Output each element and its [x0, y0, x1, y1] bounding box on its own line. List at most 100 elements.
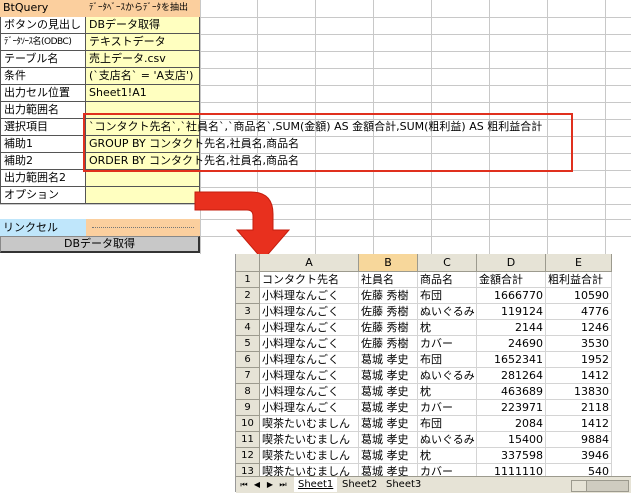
row-header[interactable]: 2: [236, 288, 260, 304]
table-cell[interactable]: 葛城 孝史: [359, 400, 418, 416]
button-caption-label[interactable]: ボタンの見出し: [0, 17, 86, 34]
table-cell[interactable]: 1652341: [477, 352, 546, 368]
row-header[interactable]: 1: [236, 272, 260, 288]
row-header[interactable]: 3: [236, 304, 260, 320]
table-cell[interactable]: 喫茶たいむましん: [260, 448, 359, 464]
table-cell[interactable]: 小料理なんごく: [260, 400, 359, 416]
table-cell[interactable]: 葛城 孝史: [359, 448, 418, 464]
table-header-cell[interactable]: 社員名: [359, 272, 418, 288]
table-cell[interactable]: 2144: [477, 320, 546, 336]
prev-sheet-icon[interactable]: ◀: [251, 479, 263, 491]
aux2-label[interactable]: 補助2: [0, 153, 86, 170]
table-cell[interactable]: 喫茶たいむましん: [260, 416, 359, 432]
table-cell[interactable]: 佐藤 秀樹: [359, 320, 418, 336]
button-caption-value[interactable]: DBデータ取得: [86, 17, 200, 34]
table-cell[interactable]: 1666770: [477, 288, 546, 304]
column-header-d[interactable]: D: [477, 254, 546, 272]
horizontal-scrollbar[interactable]: [571, 480, 629, 492]
table-cell[interactable]: 小料理なんごく: [260, 288, 359, 304]
row-header[interactable]: 5: [236, 336, 260, 352]
table-cell[interactable]: 小料理なんごく: [260, 384, 359, 400]
link-cell-value[interactable]: [86, 219, 200, 236]
select-all-corner[interactable]: [236, 254, 260, 272]
row-header[interactable]: 12: [236, 448, 260, 464]
datasource-value[interactable]: テキストデータ: [86, 34, 200, 51]
table-cell[interactable]: 10590: [546, 288, 612, 304]
table-cell[interactable]: ぬいぐるみ: [418, 304, 477, 320]
table-cell[interactable]: 小料理なんごく: [260, 304, 359, 320]
table-cell[interactable]: カバー: [418, 400, 477, 416]
table-cell[interactable]: 9884: [546, 432, 612, 448]
option-value[interactable]: [86, 187, 200, 204]
table-cell[interactable]: 463689: [477, 384, 546, 400]
select-items-label[interactable]: 選択項目: [0, 119, 86, 136]
table-header-cell[interactable]: 金額合計: [477, 272, 546, 288]
row-header[interactable]: 9: [236, 400, 260, 416]
table-cell[interactable]: 1412: [546, 368, 612, 384]
table-cell[interactable]: 1412: [546, 416, 612, 432]
db-fetch-button[interactable]: DBデータ取得: [0, 236, 200, 253]
table-cell[interactable]: 喫茶たいむましん: [260, 432, 359, 448]
row-header[interactable]: 11: [236, 432, 260, 448]
output-cell-value[interactable]: Sheet1!A1: [86, 85, 200, 102]
table-cell[interactable]: 葛城 孝史: [359, 352, 418, 368]
table-cell[interactable]: 119124: [477, 304, 546, 320]
table-cell[interactable]: 1246: [546, 320, 612, 336]
row-header[interactable]: 8: [236, 384, 260, 400]
column-header-c[interactable]: C: [418, 254, 477, 272]
table-cell[interactable]: 枕: [418, 320, 477, 336]
table-name-label[interactable]: テーブル名: [0, 51, 86, 68]
table-cell[interactable]: 4776: [546, 304, 612, 320]
table-cell[interactable]: 2084: [477, 416, 546, 432]
tab-sheet2[interactable]: Sheet2: [338, 477, 381, 492]
table-cell[interactable]: 佐藤 秀樹: [359, 288, 418, 304]
table-cell[interactable]: 布団: [418, 352, 477, 368]
table-cell[interactable]: 佐藤 秀樹: [359, 336, 418, 352]
condition-value[interactable]: (`支店名` = 'A支店'): [86, 68, 200, 85]
table-cell[interactable]: 13830: [546, 384, 612, 400]
row-header[interactable]: 7: [236, 368, 260, 384]
table-cell[interactable]: 枕: [418, 384, 477, 400]
table-header-cell[interactable]: コンタクト先名: [260, 272, 359, 288]
table-cell[interactable]: 3530: [546, 336, 612, 352]
output-range-label[interactable]: 出力範囲名: [0, 102, 86, 119]
link-cell-label[interactable]: リンクセル: [0, 219, 86, 236]
column-header-e[interactable]: E: [546, 254, 612, 272]
table-cell[interactable]: 葛城 孝史: [359, 416, 418, 432]
table-cell[interactable]: 枕: [418, 448, 477, 464]
tab-sheet3[interactable]: Sheet3: [382, 477, 425, 492]
column-header-b[interactable]: B: [359, 254, 418, 272]
table-cell[interactable]: 葛城 孝史: [359, 384, 418, 400]
table-cell[interactable]: 布団: [418, 288, 477, 304]
last-sheet-icon[interactable]: ⏭: [277, 479, 289, 491]
option-label[interactable]: オプション: [0, 187, 86, 204]
table-cell[interactable]: 布団: [418, 416, 477, 432]
table-header-cell[interactable]: 粗利益合計: [546, 272, 612, 288]
table-cell[interactable]: 葛城 孝史: [359, 368, 418, 384]
row-header[interactable]: 10: [236, 416, 260, 432]
first-sheet-icon[interactable]: ⏮: [238, 479, 250, 491]
row-header[interactable]: 6: [236, 352, 260, 368]
tab-sheet1[interactable]: Sheet1: [294, 477, 338, 492]
output-range2-value[interactable]: [86, 170, 200, 187]
condition-label[interactable]: 条件: [0, 68, 86, 85]
table-cell[interactable]: ぬいぐるみ: [418, 432, 477, 448]
table-cell[interactable]: カバー: [418, 336, 477, 352]
table-cell[interactable]: 小料理なんごく: [260, 320, 359, 336]
btquery-header-cell[interactable]: BtQuery: [0, 0, 86, 17]
output-cell-label[interactable]: 出力セル位置: [0, 85, 86, 102]
column-header-a[interactable]: A: [260, 254, 359, 272]
table-cell[interactable]: 2118: [546, 400, 612, 416]
table-cell[interactable]: ぬいぐるみ: [418, 368, 477, 384]
next-sheet-icon[interactable]: ▶: [264, 479, 276, 491]
table-cell[interactable]: 小料理なんごく: [260, 352, 359, 368]
table-cell[interactable]: 281264: [477, 368, 546, 384]
table-cell[interactable]: 葛城 孝史: [359, 432, 418, 448]
table-cell[interactable]: 337598: [477, 448, 546, 464]
table-cell[interactable]: 223971: [477, 400, 546, 416]
datasource-label[interactable]: ﾃﾞｰﾀｿｰｽ名(ODBC): [0, 34, 86, 51]
table-cell[interactable]: 3946: [546, 448, 612, 464]
table-header-cell[interactable]: 商品名: [418, 272, 477, 288]
btquery-description-cell[interactable]: ﾃﾞｰﾀﾍﾞｰｽからﾃﾞｰﾀを抽出: [86, 0, 200, 17]
aux1-label[interactable]: 補助1: [0, 136, 86, 153]
